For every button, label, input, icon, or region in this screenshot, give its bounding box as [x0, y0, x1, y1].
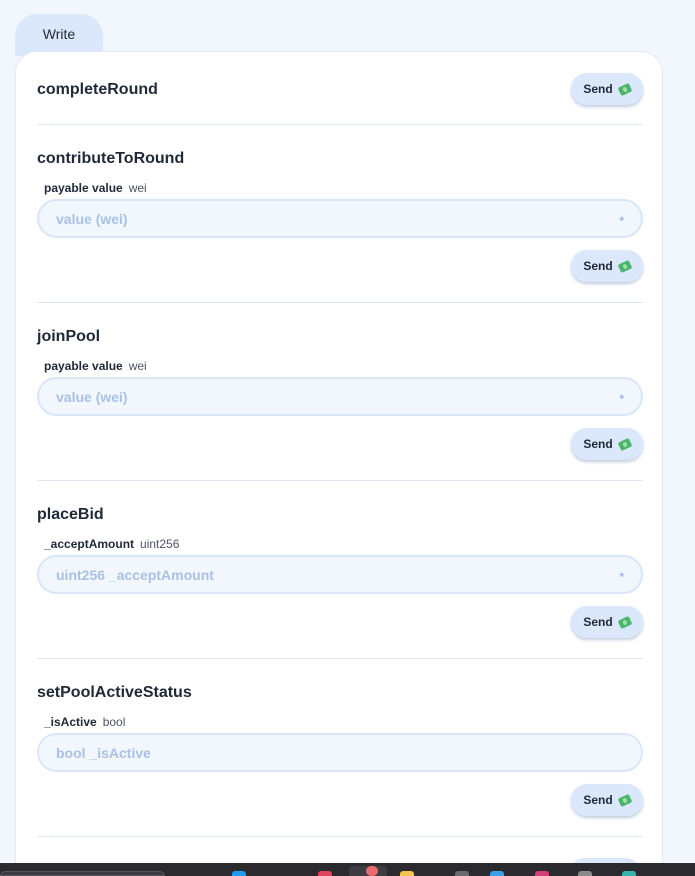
input-placeholder: uint256 _acceptAmount	[56, 566, 214, 583]
send-button-label: Send	[583, 615, 613, 629]
param-type: uint256	[140, 537, 180, 551]
money-with-wings-icon	[617, 82, 633, 96]
send-button-label: Send	[583, 793, 613, 807]
function-title: contributeToRound	[37, 150, 185, 167]
taskbar-search-box[interactable]	[0, 871, 165, 876]
taskbar-app-icon[interactable]	[318, 871, 332, 876]
function-complete-round: completeRound Send	[37, 52, 643, 125]
send-button-label: Send	[583, 259, 613, 273]
input-placeholder: bool _isActive	[56, 744, 151, 761]
send-button-label: Send	[583, 82, 613, 96]
send-button[interactable]: Send	[571, 428, 643, 460]
taskbar-app-icon[interactable]	[490, 871, 504, 876]
send-button[interactable]: Send	[571, 784, 643, 816]
write-functions-card: completeRound Send contributeToRound pay…	[15, 51, 663, 876]
accept-amount-input[interactable]: uint256 _acceptAmount *	[37, 555, 643, 594]
taskbar-app-icon[interactable]	[535, 871, 549, 876]
function-place-bid: placeBid _acceptAmount uint256 uint256 _a…	[37, 481, 643, 659]
param-label: _acceptAmount uint256	[44, 537, 179, 551]
param-name: _isActive	[44, 715, 97, 729]
money-with-wings-icon	[617, 259, 633, 273]
contract-write-page: Write completeRound Send contributeToRou…	[0, 0, 695, 876]
taskbar-app-icon[interactable]	[232, 871, 246, 876]
taskbar-app-icon[interactable]	[400, 871, 414, 876]
function-contribute-to-round: contributeToRound payable value wei value…	[37, 125, 643, 303]
send-button[interactable]: Send	[571, 250, 643, 282]
param-type: bool	[102, 715, 126, 729]
tab-write[interactable]: Write	[15, 14, 103, 56]
is-active-input[interactable]: bool _isActive	[37, 733, 643, 772]
param-name: _acceptAmount	[44, 537, 135, 551]
function-join-pool: joinPool payable value wei value (wei) * …	[37, 303, 643, 481]
param-label: payable value wei	[44, 359, 147, 373]
function-title: completeRound	[37, 81, 158, 98]
function-title: placeBid	[37, 506, 104, 523]
send-button[interactable]: Send	[571, 73, 643, 105]
taskbar-app-icon[interactable]	[578, 871, 592, 876]
param-name: payable value	[44, 181, 123, 195]
required-mark: *	[619, 213, 624, 228]
value-input[interactable]: value (wei) *	[37, 199, 643, 238]
send-button-label: Send	[583, 437, 613, 451]
param-type: wei	[128, 181, 147, 195]
money-with-wings-icon	[617, 793, 633, 807]
input-placeholder: value (wei)	[56, 210, 128, 227]
param-type: wei	[128, 359, 147, 373]
function-title: setPoolActiveStatus	[37, 684, 192, 701]
value-input[interactable]: value (wei) *	[37, 377, 643, 416]
taskbar-app-icon[interactable]	[455, 871, 469, 876]
param-label: payable value wei	[44, 181, 147, 195]
money-with-wings-icon	[617, 615, 633, 629]
required-mark: *	[619, 391, 624, 406]
taskbar-app-icon[interactable]	[366, 866, 378, 876]
taskbar-app-icon[interactable]	[622, 871, 636, 876]
input-placeholder: value (wei)	[56, 388, 128, 405]
os-taskbar	[0, 863, 695, 876]
required-mark: *	[619, 569, 624, 584]
param-name: payable value	[44, 359, 123, 373]
send-button[interactable]: Send	[571, 606, 643, 638]
function-set-pool-active-status: setPoolActiveStatus _isActive bool bool _…	[37, 659, 643, 837]
money-with-wings-icon	[617, 437, 633, 451]
param-label: _isActive bool	[44, 715, 125, 729]
function-title: joinPool	[37, 328, 101, 345]
